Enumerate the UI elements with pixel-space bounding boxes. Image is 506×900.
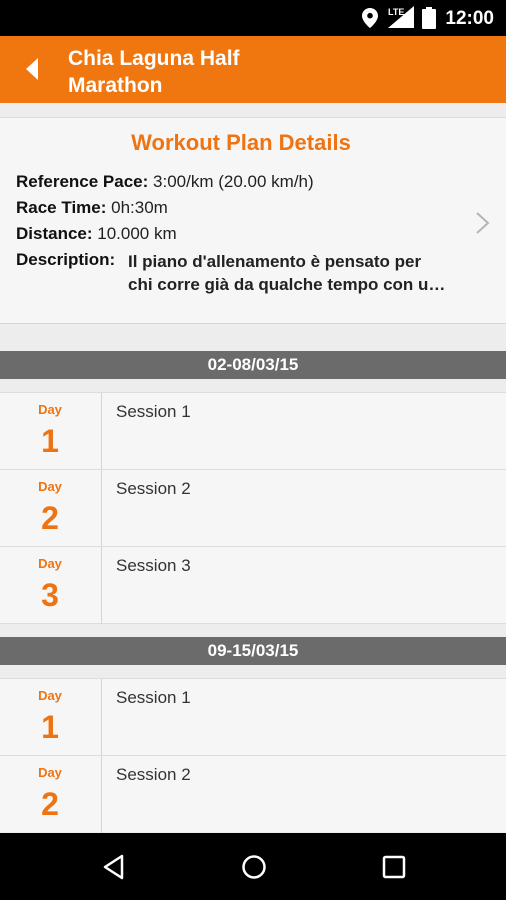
signal-icon: LTE [388,6,414,28]
race-time-value: 0h:30m [111,198,168,217]
app-bar: Chia Laguna Half Marathon [0,36,506,103]
navigation-bar [0,833,506,900]
day-row[interactable]: Day 1 Session 1 [0,392,506,470]
day-cell: Day 3 [0,547,102,624]
day-row[interactable]: Day 3 Session 3 [0,546,506,624]
day-number: 2 [41,500,59,536]
day-cell: Day 2 [0,470,102,547]
day-cell: Day 1 [0,393,102,470]
location-icon [362,8,378,28]
day-label: Day [38,556,62,571]
session-label: Session 3 [116,556,191,575]
day-label: Day [38,688,62,703]
page-title: Chia Laguna Half Marathon [68,45,298,99]
session-label: Session 2 [116,765,191,784]
week-header: 09-15/03/15 [0,637,506,665]
day-label: Day [38,402,62,417]
workout-plan-card[interactable]: Workout Plan Details Reference Pace: 3:0… [0,117,506,324]
day-number: 3 [41,577,59,613]
distance-label: Distance: [16,224,93,243]
description-row: Description: [16,250,115,270]
back-arrow-icon[interactable] [18,54,48,84]
session-label: Session 1 [116,688,191,707]
week-header: 02-08/03/15 [0,351,506,379]
plan-title: Workout Plan Details [131,130,351,155]
day-number: 1 [41,423,59,459]
description-label: Description: [16,250,116,269]
day-row[interactable]: Day 1 Session 1 [0,678,506,756]
session-label: Session 1 [116,402,191,421]
status-time: 12:00 [445,8,494,29]
session-label: Session 2 [116,479,191,498]
day-cell: Day 2 [0,756,102,833]
day-cell: Day 1 [0,679,102,756]
distance-row: Distance: 10.000 km [16,224,177,244]
description-line2: chi corre già da qualche tempo con u… [128,275,446,294]
content-scroll[interactable]: Workout Plan Details Reference Pace: 3:0… [0,103,506,833]
day-row[interactable]: Day 2 Session 2 [0,755,506,833]
distance-value: 10.000 km [97,224,177,243]
day-label: Day [38,479,62,494]
day-label: Day [38,765,62,780]
battery-icon [422,7,436,29]
reference-pace-label: Reference Pace: [16,172,149,191]
home-circle-icon[interactable] [240,853,268,881]
chevron-right-icon[interactable] [474,210,492,236]
back-triangle-icon[interactable] [100,853,128,881]
day-row[interactable]: Day 2 Session 2 [0,469,506,547]
page-title-line1: Chia Laguna Half [68,47,240,70]
reference-pace-row: Reference Pace: 3:00/km (20.00 km/h) [16,172,314,192]
reference-pace-value: 3:00/km (20.00 km/h) [153,172,314,191]
status-bar: LTE 12:00 [0,0,506,36]
recents-square-icon[interactable] [380,853,408,881]
network-label: LTE [388,7,404,17]
race-time-row: Race Time: 0h:30m [16,198,168,218]
day-number: 2 [41,786,59,822]
race-time-label: Race Time: [16,198,107,217]
description-value: Il piano d'allenamento è pensato per chi… [128,250,478,296]
description-line1: Il piano d'allenamento è pensato per [128,252,422,271]
page-title-line2: Marathon [68,74,163,97]
day-number: 1 [41,709,59,745]
